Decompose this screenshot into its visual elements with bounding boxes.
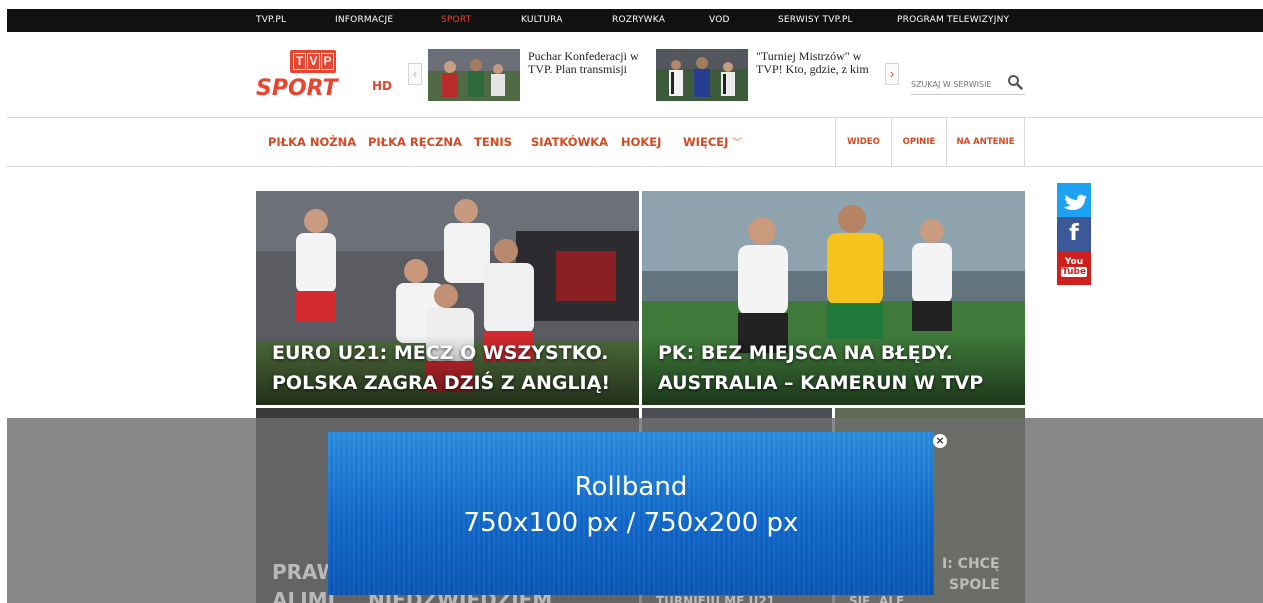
facebook-icon: f (1069, 221, 1079, 246)
top-nav-program[interactable]: PROGRAM TELEWIZYJNY (897, 9, 1009, 32)
tvp-badge: T V P (290, 50, 336, 73)
news-tile-euro-u21[interactable]: EURO U21: MECZ O WSZYSTKO. POLSKA ZAGRA … (256, 191, 639, 405)
logo-letter-p: P (321, 53, 334, 70)
teaser-text-2[interactable]: "Turniej Mistrzów" w TVP! Kto, gdzie, z … (756, 50, 881, 76)
peek-text-f: SPOLE (949, 577, 1000, 593)
nav-divider-bottom (7, 166, 1263, 167)
logo-sport-text: SPORT (256, 76, 338, 101)
twitter-icon (1064, 194, 1087, 210)
tile-headline-line2: AUSTRALIA – KAMERUN W TVP (658, 372, 984, 394)
tvp-sport-logo[interactable]: T V P SPORT HD (256, 50, 396, 102)
nav-wideo[interactable]: WIDEO (835, 118, 891, 166)
rollband-size: 750x100 px / 750x200 px (463, 508, 799, 538)
tile-headline-line1: EURO U21: MECZ O WSZYSTKO. (272, 342, 609, 364)
top-bar: TVP.PL INFORMACJE SPORT KULTURA ROZRYWKA… (7, 9, 1263, 32)
teaser-image-2[interactable] (656, 49, 748, 101)
top-nav-informacje[interactable]: INFORMACJE (335, 9, 393, 32)
logo-letter-v: V (307, 53, 320, 70)
top-nav-sport[interactable]: SPORT (441, 9, 471, 32)
tile-headline-line2: POLSKA ZAGRA DZIŚ Z ANGLIĄ! (272, 372, 610, 394)
tile-headline-line1: PK: BEZ MIEJSCA NA BŁĘDY. (658, 342, 953, 364)
nav-wiecej-label: WIĘCEJ (683, 135, 729, 149)
carousel-prev-arrow[interactable]: ‹ (408, 63, 422, 85)
youtube-label-top: You (1064, 257, 1084, 267)
top-nav-kultura[interactable]: KULTURA (521, 9, 563, 32)
nav-tenis[interactable]: TENIS (474, 118, 512, 166)
youtube-label-bottom: Tube (1060, 267, 1088, 277)
logo-letter-t: T (293, 53, 306, 70)
twitter-button[interactable] (1057, 183, 1091, 217)
chevron-left-icon: ‹ (412, 66, 418, 81)
logo-hd-text: HD (372, 79, 393, 93)
peek-text-g: SIĘ, ALE (849, 594, 905, 603)
carousel-next-arrow[interactable]: › (885, 63, 899, 85)
peek-text-d: TURNIEJU ME U21 (656, 594, 776, 603)
teaser-image-1[interactable] (428, 49, 520, 101)
rollband-title: Rollband (574, 472, 688, 502)
search-box (911, 73, 1025, 95)
top-nav-serwisy[interactable]: SERWISY TVP.PL (778, 9, 853, 32)
peek-text-e: I: CHCĘ (942, 556, 1000, 572)
teaser-text-1[interactable]: Puchar Konfederacji w TVP. Plan transmis… (528, 50, 653, 76)
top-nav-tvp[interactable]: TVP.PL (256, 9, 286, 32)
nav-wiecej[interactable]: WIĘCEJ ﹀ (683, 118, 742, 166)
top-nav-rozrywka[interactable]: ROZRYWKA (612, 9, 665, 32)
close-icon: × (935, 434, 945, 447)
nav-na-antenie[interactable]: NA ANTENIE (946, 118, 1025, 166)
top-nav-vod[interactable]: VOD (709, 9, 730, 32)
ad-close-button[interactable]: × (933, 434, 947, 448)
chevron-down-icon: ﹀ (732, 138, 743, 149)
nav-siatkowka[interactable]: SIATKÓWKA (531, 118, 608, 166)
nav-pilka-reczna[interactable]: PIŁKA RĘCZNA (368, 118, 462, 166)
facebook-button[interactable]: f (1057, 217, 1091, 251)
nav-hokej[interactable]: HOKEJ (621, 118, 661, 166)
search-input[interactable] (911, 77, 1003, 91)
peek-text-b: ALIMI (272, 588, 336, 603)
nav-opinie[interactable]: OPINIE (891, 118, 946, 166)
news-tile-australia-kamerun[interactable]: PK: BEZ MIEJSCA NA BŁĘDY. AUSTRALIA – KA… (642, 191, 1025, 405)
youtube-icon: You Tube (1057, 257, 1091, 277)
rollband-ad[interactable]: Rollband 750x100 px / 750x200 px (328, 432, 934, 595)
nav-pilka-nozna[interactable]: PIŁKA NOŻNA (268, 118, 356, 166)
youtube-button[interactable]: You Tube (1057, 251, 1091, 285)
chevron-right-icon: › (889, 66, 895, 81)
search-icon[interactable] (1007, 74, 1023, 90)
